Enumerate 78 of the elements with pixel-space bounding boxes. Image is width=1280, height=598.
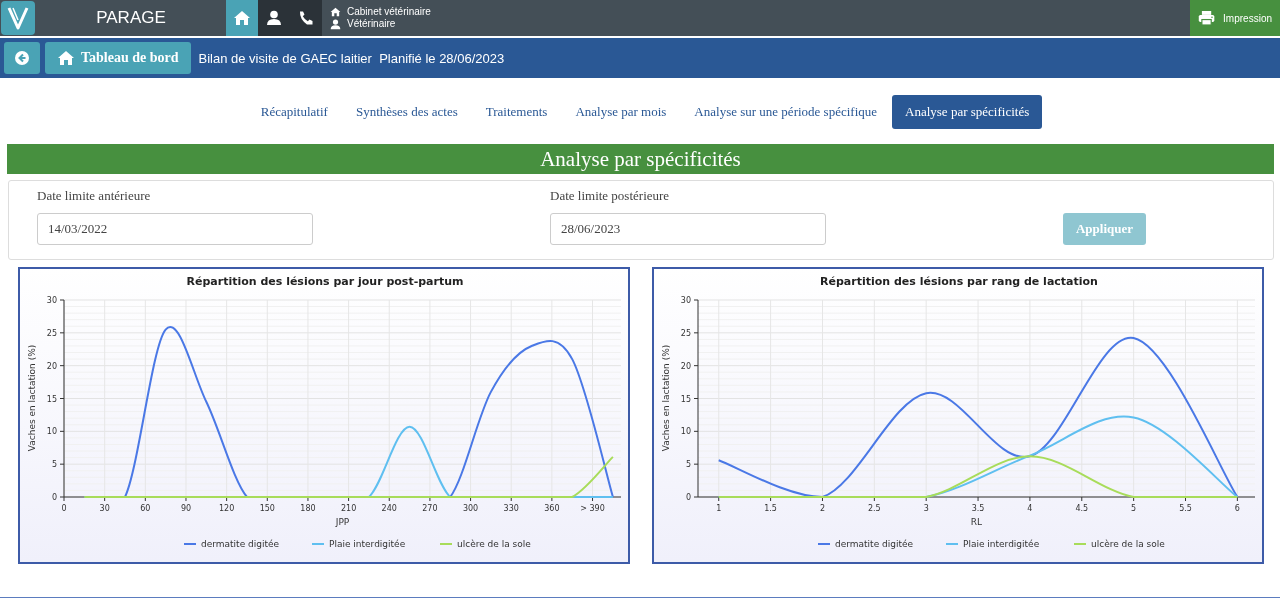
tick-label: 60 <box>140 504 151 513</box>
tick-label: 300 <box>462 504 479 513</box>
user-info-text: Vétérinaire <box>347 18 396 30</box>
tick-label: 0 <box>685 493 691 502</box>
legend-label[interactable]: dermatite digitée <box>201 539 280 549</box>
tick-label: 210 <box>340 504 357 513</box>
tick-label: 30 <box>680 296 691 305</box>
field-label: Date limite postérieure <box>550 188 671 204</box>
section-title: Analyse par spécificités <box>7 144 1274 174</box>
tick-label: 5 <box>51 460 57 470</box>
chart-title: Répartition des lésions par jour post-partum <box>186 275 464 288</box>
tick-label: 3 <box>923 504 929 513</box>
tick-label: 30 <box>46 296 57 305</box>
app-name: PARAGE <box>95 7 167 29</box>
tick-label: 180 <box>300 504 316 513</box>
tab[interactable]: Analyse sur une période spécifique <box>681 95 891 129</box>
tick-label: 360 <box>544 504 560 513</box>
tab[interactable]: Récapitulatif <box>247 95 341 129</box>
tick-label: 4 <box>1027 504 1033 513</box>
tick-label: 2 <box>819 504 825 513</box>
phone-button[interactable] <box>290 0 322 36</box>
tick-label: 30 <box>99 504 110 513</box>
tick-label: 90 <box>180 504 192 513</box>
tick-label: 2.5 <box>867 504 881 513</box>
tick-label: 20 <box>680 361 691 371</box>
tick-label: 15 <box>680 394 691 404</box>
axis-title: RL <box>970 517 983 527</box>
field-label: Date limite antérieure <box>37 188 152 204</box>
tick-label: 0 <box>51 493 57 502</box>
back-arrow-icon <box>15 51 29 65</box>
legend-label[interactable]: ulcère de la sole <box>457 539 531 549</box>
axis-title: JPP <box>335 517 350 527</box>
tick-label: 1.5 <box>764 504 777 513</box>
tick-label: 6 <box>1234 504 1240 513</box>
tick-label: > 390 <box>580 504 605 513</box>
tick-label: 4.5 <box>1075 504 1089 513</box>
tick-label: 15 <box>46 394 57 404</box>
legend-label[interactable]: Plaie interdigitée <box>963 539 1040 549</box>
print-button[interactable]: Impression <box>1190 0 1280 36</box>
tick-label: 1 <box>716 504 722 513</box>
tick-label: 150 <box>259 504 275 513</box>
legend-label[interactable]: dermatite digitée <box>835 539 914 549</box>
tick-label: 240 <box>381 504 397 513</box>
tick-label: 25 <box>46 328 57 338</box>
tick-label: 330 <box>503 504 519 513</box>
tick-label: 10 <box>680 427 691 437</box>
date-field[interactable]: 28/06/2023 <box>550 213 826 245</box>
tab[interactable]: Analyse par spécificités <box>892 95 1043 129</box>
tick-label: 270 <box>422 504 438 513</box>
tick-label: 3.5 <box>971 504 985 513</box>
printer-icon <box>1198 8 1216 28</box>
tab[interactable]: Analyse par mois <box>562 95 680 129</box>
tick-label: 5.5 <box>1179 504 1192 513</box>
tick-label: 25 <box>680 328 691 338</box>
user-button[interactable] <box>258 0 290 36</box>
axis-title: Vaches en lactation (%) <box>27 344 37 452</box>
tick-label: 0 <box>61 504 67 513</box>
user-icon <box>267 10 281 26</box>
user-info-text: Cabinet vétérinaire <box>347 6 431 18</box>
tab[interactable]: Synthèses des actes <box>342 95 471 129</box>
tick-label: 5 <box>685 460 691 470</box>
phone-icon <box>298 10 314 26</box>
page-title: Bilan de visite de GAEC laitier Planifié le 28/06/2023 <box>198 50 505 66</box>
legend-label[interactable]: Plaie interdigitée <box>329 539 406 549</box>
home-icon <box>233 10 251 26</box>
home-icon <box>57 50 75 66</box>
axis-title: Vaches en lactation (%) <box>661 344 671 452</box>
tab[interactable]: Traitements <box>472 95 561 129</box>
user-icon <box>330 18 341 30</box>
tick-label: 5 <box>1131 504 1137 513</box>
back-button[interactable] <box>4 42 40 74</box>
tick-label: 120 <box>219 504 235 513</box>
tick-label: 20 <box>46 361 57 371</box>
date-field[interactable]: 14/03/2022 <box>37 213 313 245</box>
legend-label[interactable]: ulcère de la sole <box>1091 539 1165 549</box>
home-icon <box>330 7 341 17</box>
chart-title: Répartition des lésions par rang de lactation <box>820 275 1098 288</box>
tick-label: 10 <box>46 427 57 437</box>
